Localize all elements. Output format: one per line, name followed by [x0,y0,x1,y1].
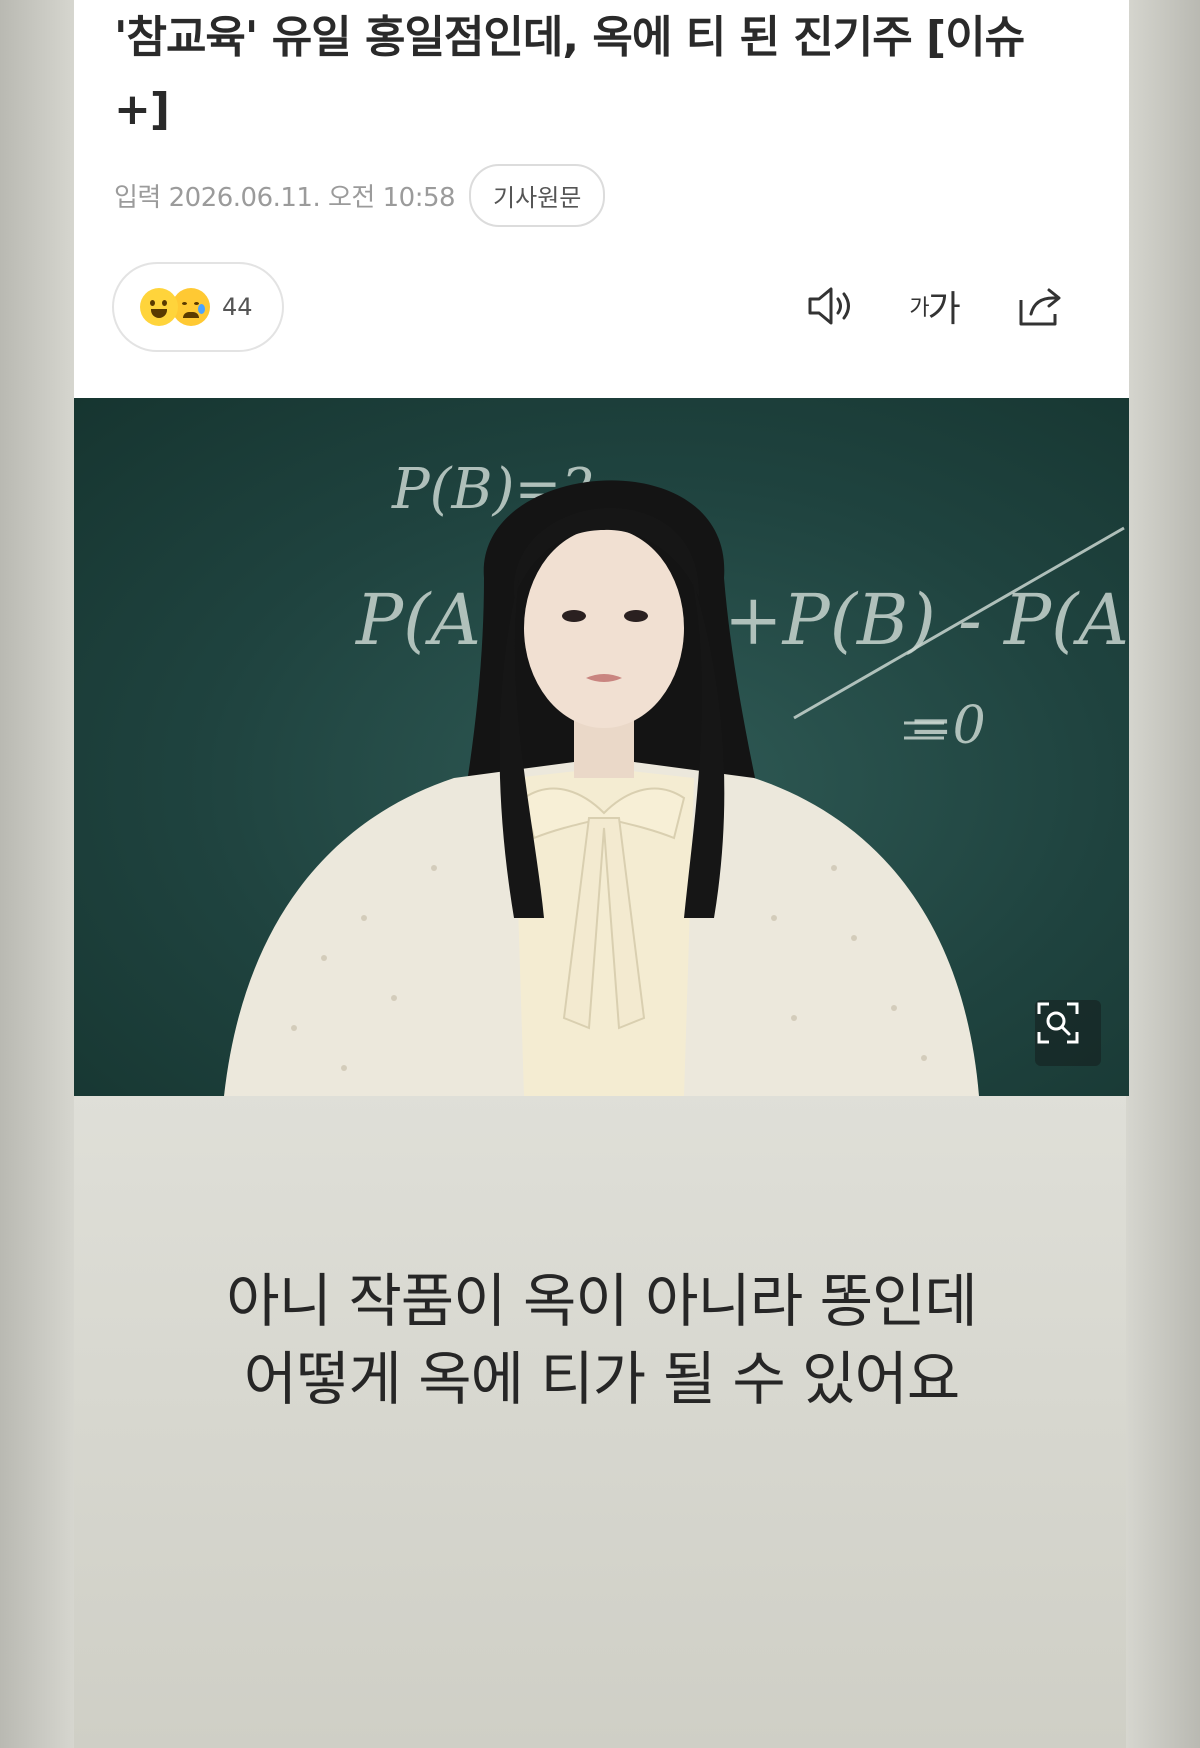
chalk-formula-3: +P(B) - P(A∩B) [724,579,1129,661]
font-size-small-label: 가 [909,296,929,321]
background-right-shade [1126,0,1200,1748]
article-date: 입력 2026.06.11. 오전 10:58 [114,183,456,213]
story-caption: 아니 작품이 옥이 아니라 똥인데 어떻게 옥에 티가 될 수 있어요 [74,1262,1129,1418]
caption-line-2: 어떻게 옥에 티가 될 수 있어요 [243,1345,961,1413]
article-headline: '참교육' 유일 홍일점인데, 옥에 티 된 진기주 [이슈+] [114,12,1025,135]
reaction-button[interactable]: 44 [112,262,284,352]
caption-line-1: 아니 작품이 옥이 아니라 똥인데 [226,1267,977,1335]
font-size-large-label: 가 [927,289,961,330]
speaker-icon[interactable] [804,278,860,334]
article-meta: 입력 2026.06.11. 오전 10:58 기사원문 [114,164,606,227]
article-photo[interactable]: P(B)=? P(AU +P(B) - P(A∩B) =0 [74,398,1129,1096]
zoom-search-icon[interactable] [1035,1000,1101,1066]
person-figure [224,480,979,1096]
background-left-shade [0,0,74,1748]
article-card: '참교육' 유일 홍일점인데, 옥에 티 된 진기주 [이슈+] 입력 2026… [74,0,1129,398]
chalk-formula-4: =0 [909,696,986,756]
smile-emoji-icon [140,288,178,326]
font-size-button[interactable]: 가가 [906,278,962,334]
reaction-count: 44 [222,293,253,321]
original-article-button[interactable]: 기사원문 [469,164,606,227]
share-icon[interactable] [1014,278,1070,334]
